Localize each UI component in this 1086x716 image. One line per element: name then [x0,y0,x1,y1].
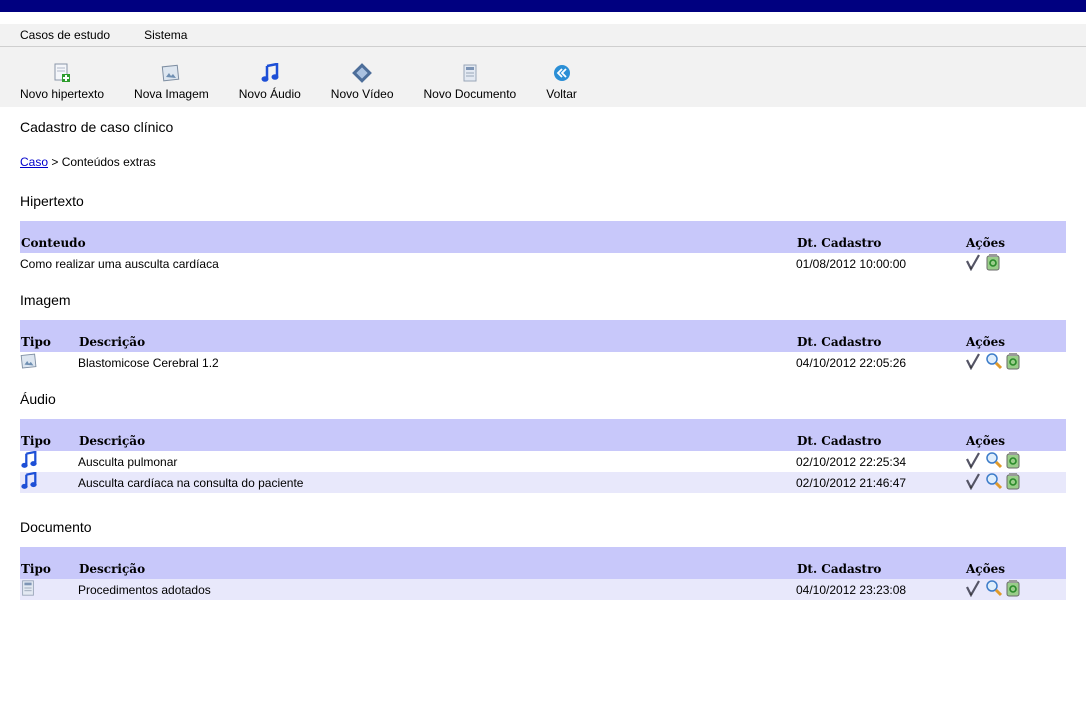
new-video-button[interactable]: Novo Vídeo [325,62,400,107]
edit-icon[interactable] [965,253,983,274]
recycle-icon[interactable] [985,253,1001,274]
toolbar: Novo hipertexto Nova Imagem Novo Áudio N… [0,47,1086,107]
menu-casos-de-estudo[interactable]: Casos de estudo [20,28,110,42]
new-hypertext-icon [51,62,73,84]
row-actions [965,579,1066,600]
menu-sistema[interactable]: Sistema [144,28,187,42]
row-date: 04/10/2012 22:05:26 [796,355,907,370]
new-document-button[interactable]: Novo Documento [418,62,523,107]
view-icon[interactable] [985,451,1003,472]
table-header-row: Tipo Descrição Dt. Cadastro Ações [20,320,1066,352]
row-type [20,450,78,472]
new-audio-button[interactable]: Novo Áudio [233,62,307,107]
row-descricao: Procedimentos adotados [78,579,796,600]
header-dt-cadastro: Dt. Cadastro [796,419,965,451]
header-dt-cadastro: Dt. Cadastro [796,320,965,352]
back-button[interactable]: Voltar [540,62,583,107]
main-content: Cadastro de caso clínico Caso > Conteúdo… [0,119,1086,600]
recycle-icon[interactable] [1005,579,1021,600]
breadcrumb-current: > Conteúdos extras [48,155,156,169]
row-type [20,471,78,493]
table-header-row: Conteudo Dt. Cadastro Ações [20,221,1066,253]
header-dt-cadastro: Dt. Cadastro [796,221,965,253]
row-type [20,352,78,373]
header-conteudo: Conteudo [20,221,796,253]
table-row[interactable]: Ausculta pulmonar 02/10/2012 22:25:34 [20,450,1066,472]
table-header-row: Tipo Descrição Dt. Cadastro Ações [20,547,1066,579]
edit-icon[interactable] [965,451,983,472]
header-acoes: Ações [965,547,1066,579]
table-row[interactable]: Ausculta cardíaca na consulta do pacient… [20,471,1066,493]
image-icon [20,353,38,373]
header-descricao: Descrição [78,320,796,352]
documento-table: Tipo Descrição Dt. Cadastro Ações Proced… [20,547,1066,600]
row-actions [965,253,1066,274]
edit-icon[interactable] [965,579,983,600]
header-dt-cadastro: Dt. Cadastro [796,547,965,579]
section-title-hipertexto: Hipertexto [20,193,84,209]
edit-icon[interactable] [965,352,983,373]
header-tipo: Tipo [20,320,78,352]
document-icon [459,62,481,84]
header-acoes: Ações [965,419,1066,451]
section-title-imagem: Imagem [20,292,71,308]
breadcrumb: Caso > Conteúdos extras [20,155,1066,171]
recycle-icon[interactable] [1005,352,1021,373]
header-descricao: Descrição [78,419,796,451]
row-actions [965,472,1066,493]
table-row[interactable]: Procedimentos adotados 04/10/2012 23:23:… [20,579,1066,600]
top-banner [0,0,1086,12]
recycle-icon[interactable] [1005,472,1021,493]
header-tipo: Tipo [20,419,78,451]
header-acoes: Ações [965,320,1066,352]
table-row[interactable]: Blastomicose Cerebral 1.2 04/10/2012 22:… [20,352,1066,373]
hipertexto-table: Conteudo Dt. Cadastro Ações Como realiza… [20,221,1066,274]
header-acoes: Ações [965,221,1066,253]
image-icon [160,62,182,84]
breadcrumb-link-caso[interactable]: Caso [20,155,48,169]
row-date: 01/08/2012 10:00:00 [796,256,907,271]
section-title-audio: Áudio [20,391,56,407]
header-descricao: Descrição [78,547,796,579]
view-icon[interactable] [985,472,1003,493]
new-hypertext-button[interactable]: Novo hipertexto [14,62,110,107]
row-date: 04/10/2012 23:23:08 [796,579,965,600]
document-icon [20,580,36,600]
view-icon[interactable] [985,579,1003,600]
audio-table: Tipo Descrição Dt. Cadastro Ações Auscul… [20,419,1066,493]
row-date: 02/10/2012 22:25:34 [796,454,907,469]
page-title: Cadastro de caso clínico [20,119,174,135]
row-type [20,579,78,600]
recycle-icon[interactable] [1005,451,1021,472]
row-conteudo: Como realizar uma ausculta cardíaca [20,256,219,271]
menu-bar: Casos de estudo Sistema [0,24,1086,47]
film-icon [351,62,373,84]
imagem-table: Tipo Descrição Dt. Cadastro Ações Blasto… [20,320,1066,373]
music-note-icon [20,471,38,493]
edit-icon[interactable] [965,472,983,493]
row-descricao: Ausculta pulmonar [78,454,178,469]
row-actions [965,451,1066,472]
row-date: 02/10/2012 21:46:47 [796,472,965,493]
table-header-row: Tipo Descrição Dt. Cadastro Ações [20,419,1066,451]
table-row[interactable]: Como realizar uma ausculta cardíaca 01/0… [20,253,1066,274]
view-icon[interactable] [985,352,1003,373]
music-note-icon [259,62,281,84]
section-title-documento: Documento [20,519,92,535]
row-descricao: Blastomicose Cerebral 1.2 [78,355,219,370]
back-arrow-icon [551,62,573,84]
row-actions [965,352,1066,373]
new-image-button[interactable]: Nova Imagem [128,62,215,107]
music-note-icon [20,450,38,472]
row-descricao: Ausculta cardíaca na consulta do pacient… [78,472,796,493]
header-tipo: Tipo [20,547,78,579]
